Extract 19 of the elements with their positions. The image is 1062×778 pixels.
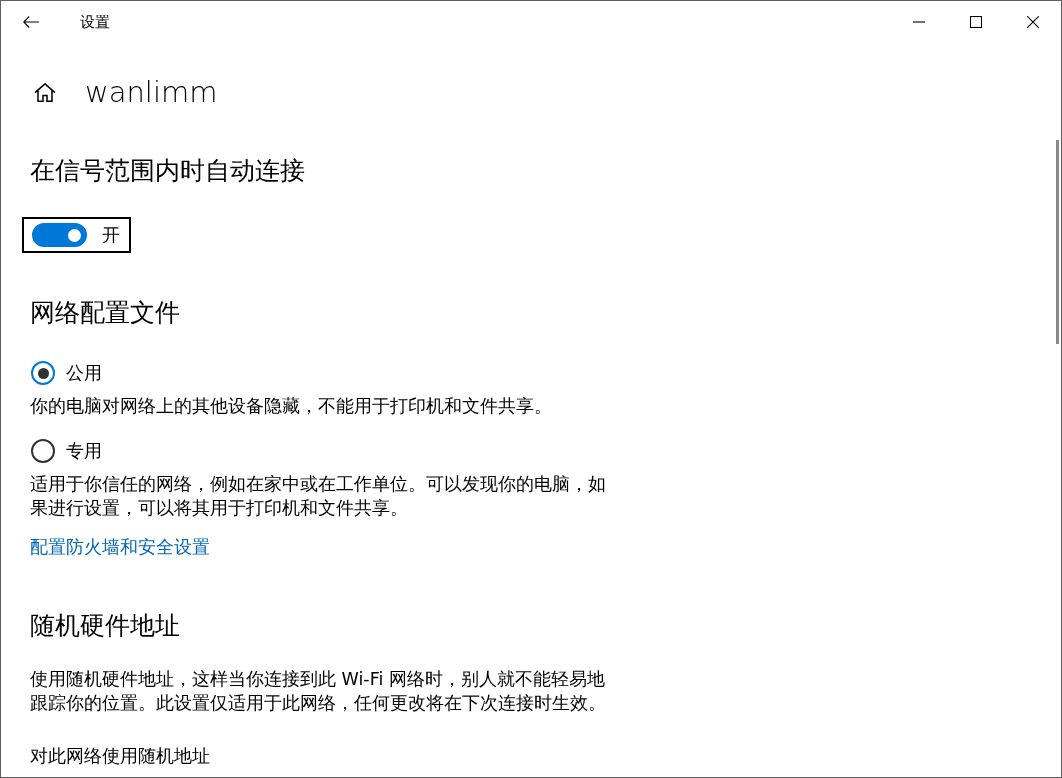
close-icon [1026, 15, 1039, 28]
home-icon[interactable] [34, 82, 56, 102]
section-description: 使用随机硬件地址，这样当你连接到此 Wi-Fi 网络时，别人就不能轻易地跟踪你的位置。此设置仅适用于此网络，任何更改将在下次连接时生效。 [30, 668, 607, 715]
section-heading: 在信号范围内时自动连接 [30, 155, 305, 187]
section-heading: 随机硬件地址 [30, 610, 180, 642]
radio-button[interactable]: 公用 [30, 359, 102, 387]
radio-button[interactable]: 专用 [30, 437, 102, 465]
section-heading: 网络配置文件 [30, 297, 180, 329]
firewall-settings-link[interactable]: 配置防火墙和安全设置 [30, 535, 210, 559]
back-arrow-icon [23, 15, 39, 28]
window-title: 设置 [80, 12, 110, 32]
minimize-icon [912, 20, 925, 23]
setting-label: 对此网络使用随机地址 [30, 745, 210, 768]
option-description: 你的电脑对网络上的其他设备隐藏，不能用于打印机和文件共享。 [30, 395, 553, 418]
toggle-switch[interactable]: 开 [22, 217, 131, 253]
maximize-icon [969, 15, 982, 28]
scrollbar-thumb[interactable] [1056, 140, 1059, 344]
network-name: wanlimm [85, 74, 218, 111]
option-description: 适用于你信任的网络，例如在家中或在工作单位。可以发现你的电脑，如果进行设置，可以将其用于打印机和文件共享。 [30, 473, 607, 520]
